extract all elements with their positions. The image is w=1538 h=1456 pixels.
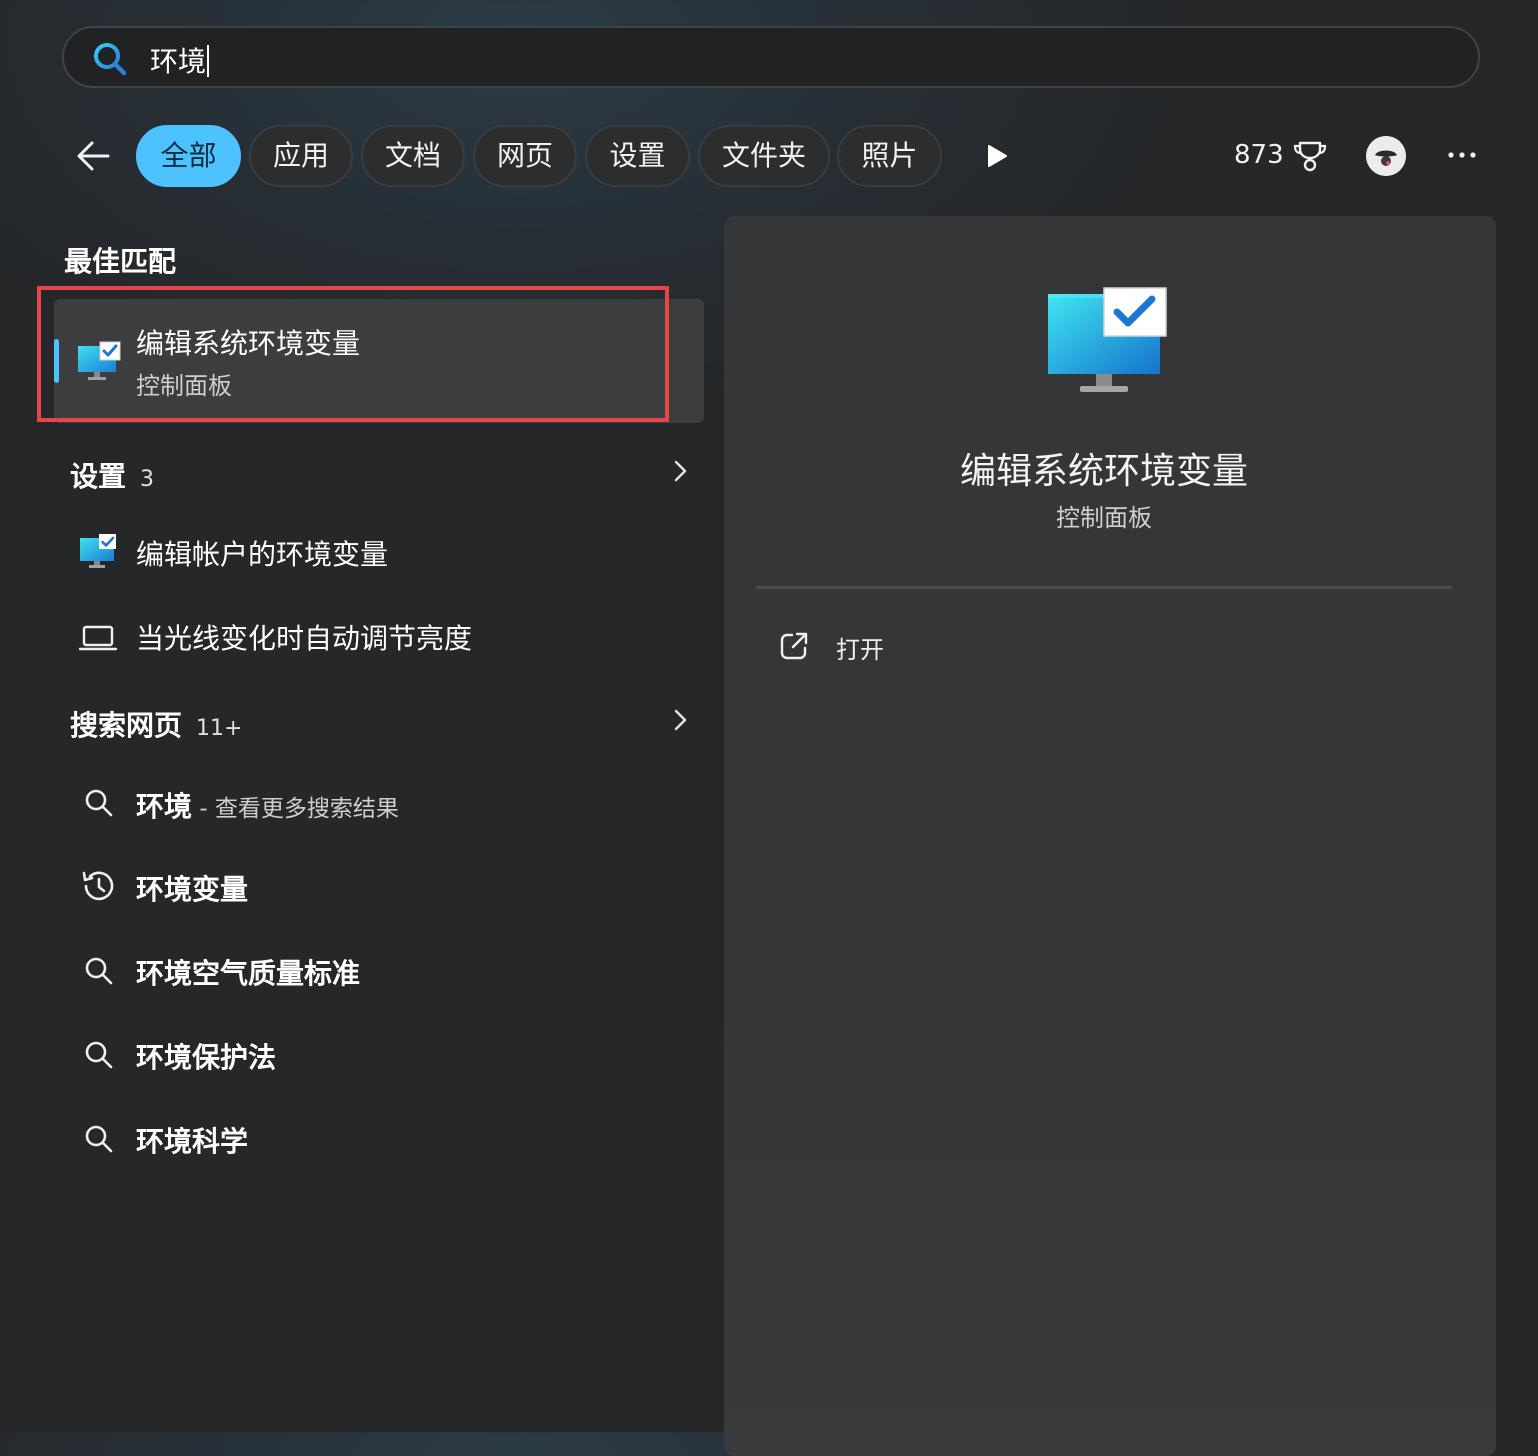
text-caret [207,45,210,77]
chevron-right-icon[interactable] [670,457,690,485]
web-result-item[interactable]: 环境空气质量标准 [136,952,360,992]
filter-photos[interactable]: 照片 [837,125,942,187]
filter-apps[interactable]: 应用 [249,125,353,187]
chevron-right-icon[interactable] [670,706,690,734]
history-icon [82,871,114,901]
search-icon [94,43,127,76]
web-result-label: 环境 [136,790,193,823]
search-icon [85,957,113,985]
web-section-title: 搜索网页 [70,709,183,742]
settings-section-heading[interactable]: 设置 3 [70,455,154,495]
trophy-icon[interactable] [1292,138,1328,174]
open-action-label[interactable]: 打开 [836,630,884,665]
avatar[interactable] [1366,136,1406,176]
highlight-annotation [37,286,669,422]
web-result-item[interactable]: 环境 - 查看更多搜索结果 [136,785,399,825]
play-icon[interactable] [980,140,1012,172]
control-panel-icon [80,534,116,568]
search-icon [85,789,113,817]
search-box[interactable]: 环境 [62,26,1480,88]
more-options-icon[interactable] [1444,140,1480,170]
best-match-heading: 最佳匹配 [64,245,177,278]
web-section-heading[interactable]: 搜索网页 11+ [70,704,242,744]
web-result-item[interactable]: 环境保护法 [136,1036,276,1076]
filter-folders[interactable]: 文件夹 [698,125,830,187]
web-section-count: 11+ [196,716,243,741]
settings-result-item[interactable]: 编辑帐户的环境变量 [136,533,388,573]
settings-section-title: 设置 [70,460,127,493]
divider [756,586,1452,589]
settings-result-item[interactable]: 当光线变化时自动调节亮度 [136,617,472,657]
web-result-item[interactable]: 环境科学 [136,1120,248,1160]
settings-section-count: 3 [140,467,155,492]
laptop-icon [78,625,118,651]
open-external-icon[interactable] [778,630,810,662]
search-icon [85,1125,113,1153]
back-arrow-icon[interactable] [70,132,118,180]
preview-pane [724,216,1496,1456]
control-panel-icon [1048,287,1167,392]
web-result-item[interactable]: 环境变量 [136,868,248,908]
filter-documents[interactable]: 文档 [361,125,465,187]
search-icon [85,1041,113,1069]
avatar-image [1366,136,1406,176]
web-result-suffix: - 查看更多搜索结果 [192,796,399,822]
rewards-points[interactable]: 873 [1234,140,1284,170]
filter-all[interactable]: 全部 [136,125,241,187]
preview-subtitle: 控制面板 [1056,504,1152,532]
preview-title: 编辑系统环境变量 [959,451,1248,492]
filter-settings[interactable]: 设置 [585,125,690,187]
filter-web[interactable]: 网页 [473,125,577,187]
search-input[interactable]: 环境 [150,40,210,80]
